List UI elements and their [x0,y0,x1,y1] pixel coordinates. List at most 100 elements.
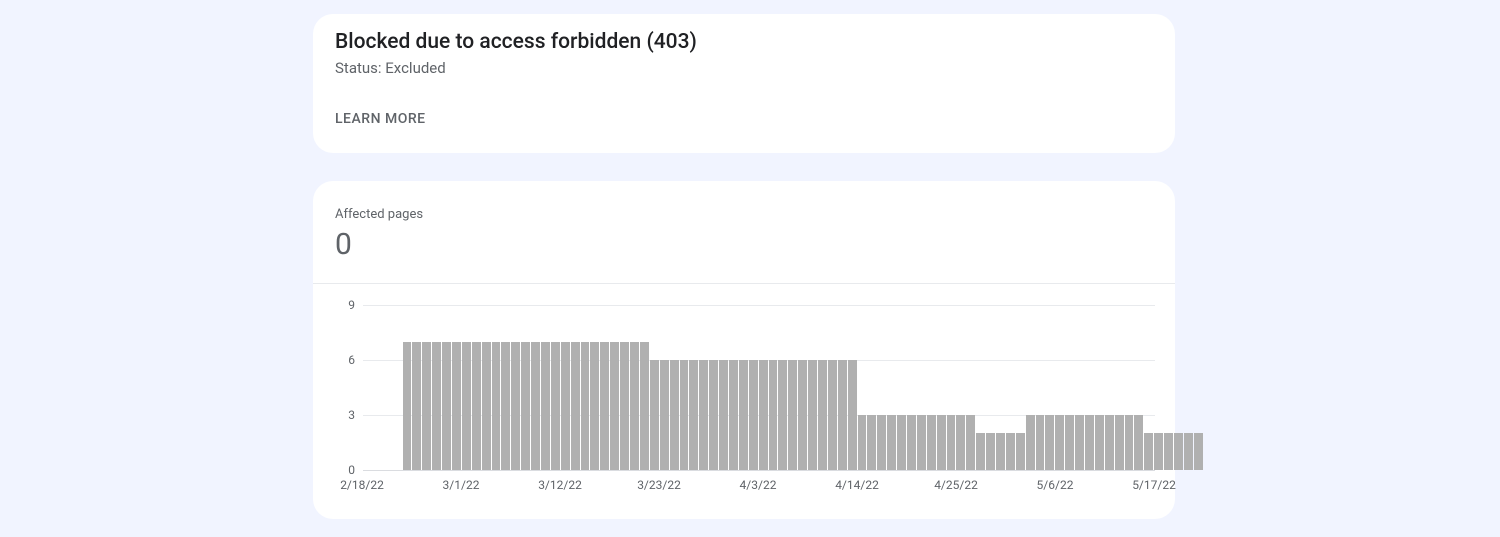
bar [699,360,708,470]
bar [808,360,817,470]
status-label: Status: Excluded [335,59,446,77]
x-tick: 2/18/22 [340,478,384,492]
bar [877,415,886,470]
bar [838,360,847,470]
bar [1026,415,1035,470]
bar [581,342,590,470]
x-tick: 3/12/22 [538,478,582,492]
bar [897,415,906,470]
status-card: Blocked due to access forbidden (403) St… [313,14,1175,153]
bar [482,342,491,470]
bar [511,342,520,470]
bar [966,415,975,470]
y-tick: 9 [335,298,355,312]
bar [1065,415,1074,470]
bar [1095,415,1104,470]
bar [1194,433,1203,470]
bar [541,342,550,470]
bar [551,342,560,470]
bar [759,360,768,470]
bar [660,360,669,470]
x-tick: 4/14/22 [835,478,879,492]
x-tick: 3/23/22 [637,478,681,492]
bar [462,342,471,470]
bar [769,360,778,470]
x-tick: 4/3/22 [740,478,777,492]
bar [630,342,639,470]
bar [600,342,609,470]
bar [798,360,807,470]
x-tick: 4/25/22 [934,478,978,492]
bar [521,342,530,470]
bar [501,342,510,470]
bar [1164,433,1173,470]
bar [927,415,936,470]
bar [571,342,580,470]
learn-more-button[interactable]: LEARN MORE [335,111,426,127]
bar [778,360,787,470]
y-tick: 3 [335,408,355,422]
bar [1055,415,1064,470]
y-tick: 0 [335,463,355,477]
bar [680,360,689,470]
x-tick: 5/17/22 [1132,478,1176,492]
bar [1016,433,1025,470]
bar [452,342,461,470]
bar [1154,433,1163,470]
bar [689,360,698,470]
bar [422,342,431,470]
x-tick: 3/1/22 [443,478,480,492]
bar [867,415,876,470]
bar [640,342,649,470]
bar [1134,415,1143,470]
bar [492,342,501,470]
bar [432,342,441,470]
bar [1125,415,1134,470]
bar [620,342,629,470]
bar [1174,433,1183,470]
bar [749,360,758,470]
bar [472,342,481,470]
bar [1045,415,1054,470]
bar [1036,415,1045,470]
bar [858,415,867,470]
bar [996,433,1005,470]
x-axis-labels: 2/18/223/1/223/12/223/23/224/3/224/14/22… [362,478,1154,498]
bar [848,360,857,470]
bar [610,342,619,470]
bar [531,342,540,470]
bar [818,360,827,470]
bar [937,415,946,470]
bar [986,433,995,470]
bar [1085,415,1094,470]
bar [670,360,679,470]
bar [947,415,956,470]
bar [1006,433,1015,470]
bar [442,342,451,470]
bar-series [363,305,1155,470]
bar-chart: 9 6 3 0 [335,305,1155,470]
chart-card: Affected pages 0 9 6 3 0 2/18/22 3/1/22 3/… [313,181,1175,519]
bar [956,415,965,470]
bar [650,360,659,470]
metric-value: 0 [335,227,352,262]
bar [561,342,570,470]
y-tick: 6 [335,353,355,367]
section-divider [313,283,1175,284]
bar [709,360,718,470]
bar [412,342,421,470]
metric-label: Affected pages [335,207,423,222]
bar [917,415,926,470]
bar [907,415,916,470]
bar [1144,433,1153,470]
bar [788,360,797,470]
bar [729,360,738,470]
page-title: Blocked due to access forbidden (403) [335,30,697,54]
x-tick: 5/6/22 [1037,478,1074,492]
bar [1115,415,1124,470]
bar [1184,433,1193,470]
bar [1075,415,1084,470]
bar [828,360,837,470]
bar [719,360,728,470]
bar [976,433,985,470]
